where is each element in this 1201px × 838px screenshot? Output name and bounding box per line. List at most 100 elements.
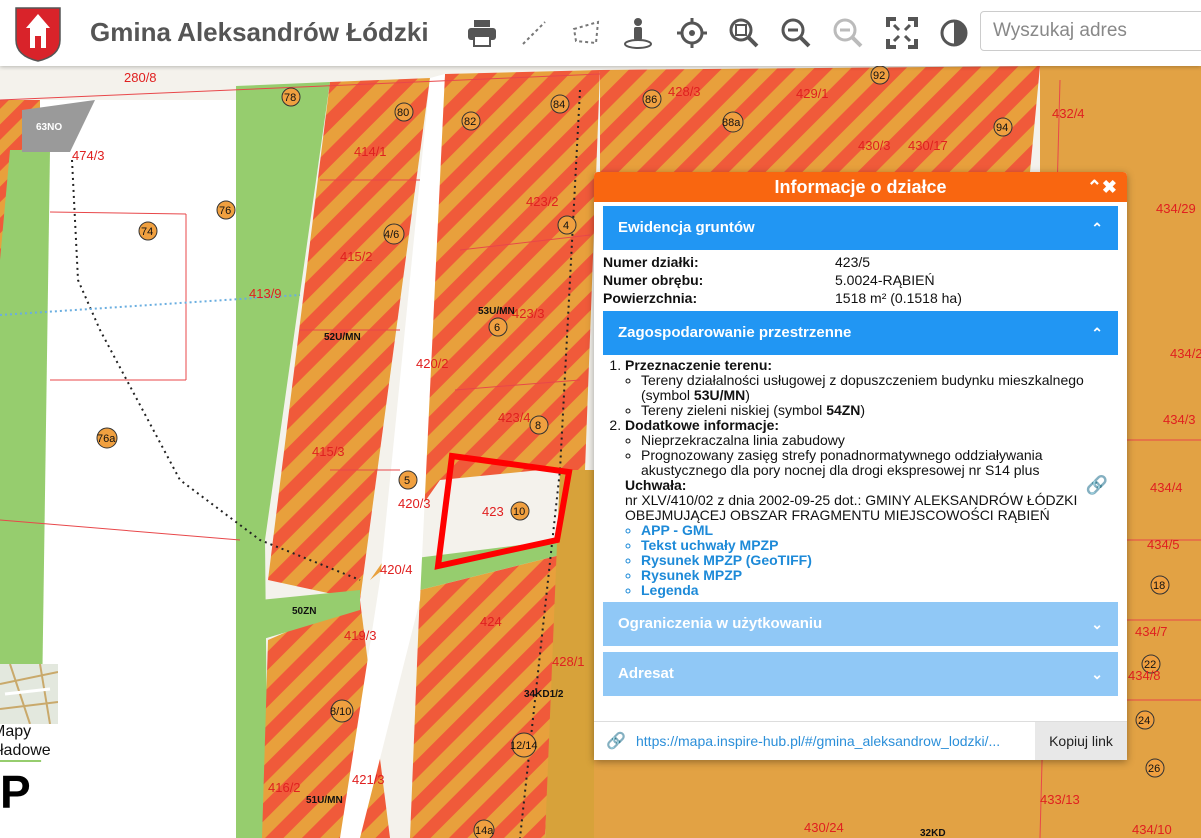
address-marker: 10 <box>510 501 530 521</box>
plot-label: 421/3 <box>352 772 385 787</box>
address-marker: 94 <box>993 117 1013 137</box>
popup-footer: 🔗 https://mapa.inspire-hub.pl/#/gmina_al… <box>594 721 1127 760</box>
svg-text:92: 92 <box>873 70 885 82</box>
info-item: Prognozowany zasięg strefy ponadnormatyw… <box>641 448 1118 478</box>
section-zagospodarowanie-header[interactable]: Zagospodarowanie przestrzenne ⌃ <box>603 311 1118 355</box>
print-icon <box>468 20 496 47</box>
plot-label: 423/3 <box>512 306 545 321</box>
plot-label: 419/3 <box>344 628 377 643</box>
fullscreen-icon <box>886 17 918 49</box>
address-search-input[interactable] <box>980 11 1201 51</box>
ewidencja-content: Numer działki: 423/5 Numer obrębu: 5.0024-… <box>594 250 1127 307</box>
zoom-out-button[interactable] <box>778 14 814 52</box>
svg-text:94: 94 <box>996 122 1008 134</box>
zone-label: 34KD1/2 <box>524 689 564 700</box>
address-marker: 74 <box>138 221 158 241</box>
fullscreen-button[interactable] <box>884 14 920 52</box>
svg-text:88a: 88a <box>722 117 741 129</box>
zoom-disabled-button[interactable] <box>830 14 866 52</box>
address-marker: 80 <box>394 102 414 122</box>
plot-label: 415/3 <box>312 444 345 459</box>
svg-text:6: 6 <box>494 322 500 334</box>
parking-layer-button[interactable]: P <box>0 762 58 838</box>
plot-label: 433/13 <box>1040 792 1080 807</box>
link-app-gml[interactable]: APP - GML <box>641 523 1118 538</box>
address-marker: 76a <box>96 427 118 449</box>
share-url[interactable]: https://mapa.inspire-hub.pl/#/gmina_alek… <box>636 733 1028 749</box>
zoom-extent-icon <box>729 18 759 48</box>
section-title: Ewidencja gruntów <box>618 219 755 236</box>
measure-line-icon <box>522 21 546 45</box>
zone-label: 63NO <box>36 122 62 133</box>
zone-label: 53U/MN <box>478 306 515 317</box>
svg-text:76: 76 <box>219 205 231 217</box>
info-item: Nieprzekraczalna linia zabudowy <box>641 433 1118 448</box>
section-ewidencja-header[interactable]: Ewidencja gruntów ⌃ <box>603 206 1118 250</box>
land-use-item: Tereny zieleni niskiej (symbol 54ZN) <box>641 403 1118 418</box>
plot-label: 420/2 <box>416 356 449 371</box>
link-icon[interactable]: 🔗 <box>1086 476 1108 494</box>
print-button[interactable] <box>464 14 500 52</box>
address-marker: 82 <box>461 111 481 131</box>
plot-label: 280/8 <box>124 70 157 85</box>
zoom-disabled-icon <box>833 18 863 48</box>
address-marker: 76 <box>216 200 236 220</box>
address-marker: 6 <box>488 317 508 337</box>
zoom-to-extent-button[interactable] <box>726 14 762 52</box>
address-marker: 78 <box>281 87 301 107</box>
svg-text:5: 5 <box>404 475 410 487</box>
measure-line-button[interactable] <box>516 14 552 52</box>
collapse-popup-icon[interactable]: ⌃ <box>1087 177 1102 197</box>
section-title: Adresat <box>618 665 674 682</box>
plot-label: 434/4 <box>1150 480 1183 495</box>
link-mpzp-geotiff[interactable]: Rysunek MPZP (GeoTIFF) <box>641 553 1118 568</box>
app-header: Gmina Aleksandrów Łódzki <box>0 0 1201 66</box>
info-row: Numer obrębu: 5.0024-RĄBIEŃ <box>603 272 935 288</box>
section-adresat-header[interactable]: Adresat ⌄ <box>603 652 1118 696</box>
plot-label: 423/4 <box>498 410 531 425</box>
svg-text:24: 24 <box>1138 715 1150 727</box>
close-popup-icon[interactable]: ✖ <box>1102 177 1117 197</box>
link-resolution-text[interactable]: Tekst uchwały MPZP <box>641 538 1118 553</box>
plot-label: 430/17 <box>908 138 948 153</box>
plot-label: 423/2 <box>526 194 559 209</box>
popup-title: Informacje o działce <box>774 177 947 197</box>
locate-button[interactable] <box>674 14 710 52</box>
link-legend[interactable]: Legenda <box>641 583 1118 598</box>
streetview-button[interactable] <box>620 14 656 52</box>
popup-header: Informacje o działce ⌃✖ <box>594 172 1127 202</box>
land-use-item: Tereny działalności usługowej z dopuszcz… <box>641 373 1118 403</box>
address-marker: 4/6 <box>383 223 405 245</box>
plot-label: 415/2 <box>340 249 373 264</box>
plot-label: 429/1 <box>796 86 829 101</box>
measure-area-button[interactable] <box>568 14 604 52</box>
plot-label: 423 <box>482 504 504 519</box>
plot-label: 430/3 <box>858 138 891 153</box>
section-ograniczenia-header[interactable]: Ograniczenia w użytkowaniu ⌄ <box>603 602 1118 646</box>
plot-label: 434/5 <box>1147 537 1180 552</box>
plot-label: 434/3 <box>1163 412 1196 427</box>
plot-label: 474/3 <box>72 148 105 163</box>
section-title: Zagospodarowanie przestrzenne <box>618 324 852 341</box>
page-title: Gmina Aleksandrów Łódzki <box>90 17 429 47</box>
basemap-switcher[interactable]: Mapy kładowe <box>0 663 59 760</box>
svg-text:84: 84 <box>553 99 565 111</box>
measure-area-icon <box>572 20 600 45</box>
address-marker: 5 <box>398 470 418 490</box>
address-marker: 86 <box>642 89 662 109</box>
address-marker: 24 <box>1135 710 1155 730</box>
plot-label: 420/3 <box>398 496 431 511</box>
contrast-button[interactable] <box>936 14 972 52</box>
resolution-label: Uchwała: <box>625 477 687 493</box>
info-row: Powierzchnia: 1518 m² (0.1518 ha) <box>603 290 962 306</box>
svg-text:8/10: 8/10 <box>330 706 351 718</box>
address-marker: 26 <box>1145 758 1165 778</box>
plot-label: 416/2 <box>268 780 301 795</box>
contrast-icon <box>940 19 968 47</box>
link-mpzp-drawing[interactable]: Rysunek MPZP <box>641 568 1118 583</box>
plot-label: 434/10 <box>1132 822 1172 837</box>
parking-letter: P <box>0 766 31 818</box>
plot-label: 432/4 <box>1052 106 1085 121</box>
precinct-number: 5.0024-RĄBIEŃ <box>835 272 935 288</box>
copy-link-button[interactable]: Kopiuj link <box>1035 722 1127 760</box>
